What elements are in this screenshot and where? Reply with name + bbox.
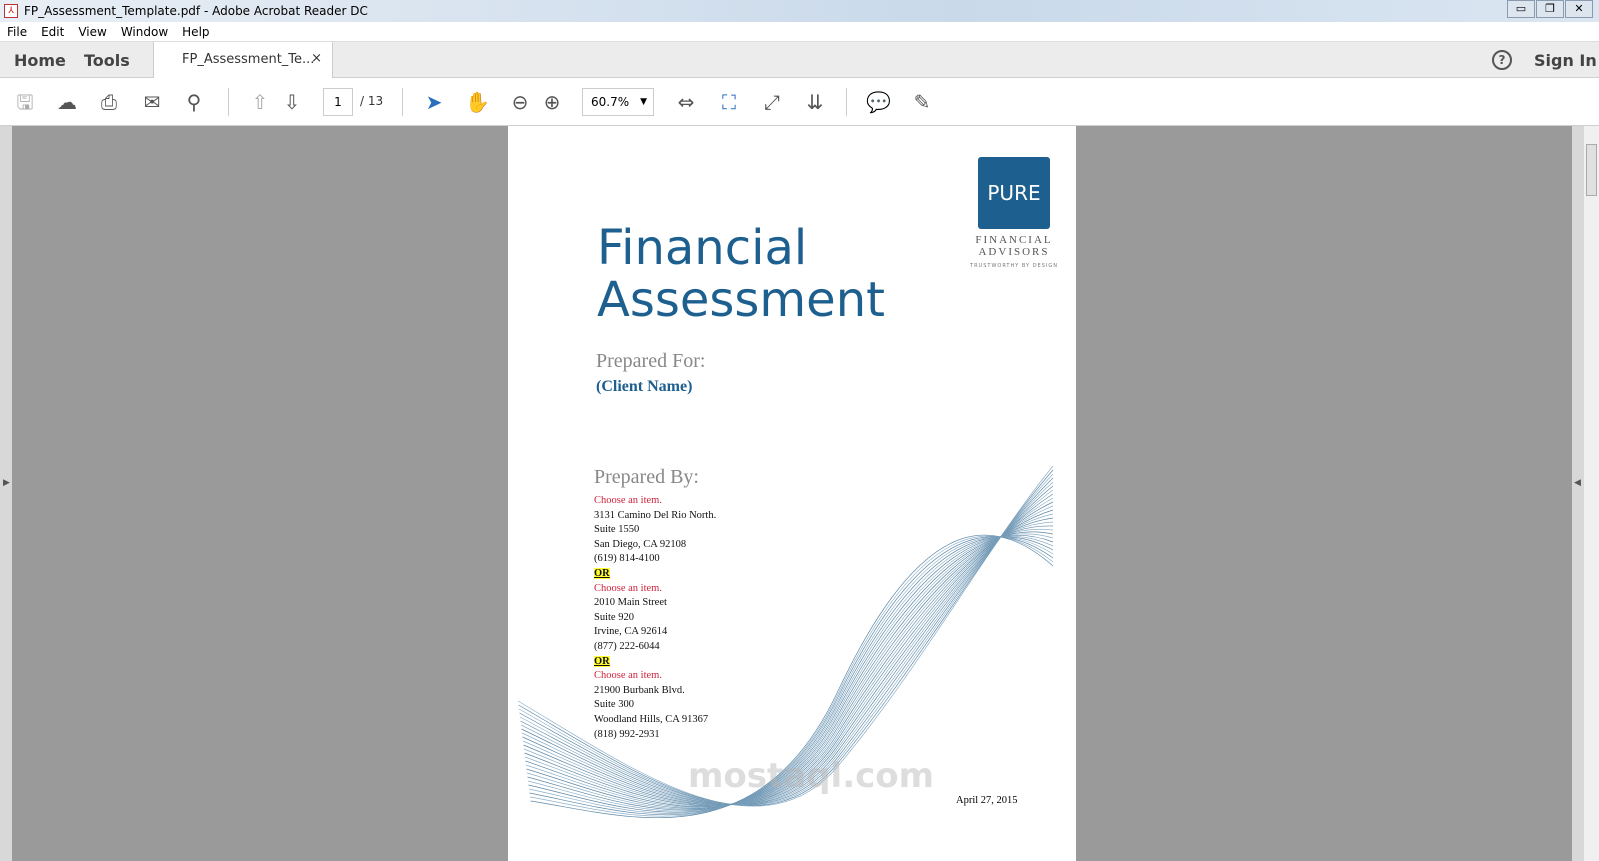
fit-page-icon[interactable]: ⛶ xyxy=(717,90,741,114)
address-line: 3131 Camino Del Rio North. xyxy=(594,509,717,521)
document-tab-label: FP_Assessment_Te... xyxy=(182,52,315,67)
help-icon[interactable]: ? xyxy=(1492,50,1512,70)
close-window-button[interactable]: ✕ xyxy=(1565,0,1593,18)
hand-tool-icon[interactable]: ✋ xyxy=(465,90,490,114)
tab-tools[interactable]: Tools xyxy=(84,51,130,70)
previous-page-icon[interactable]: ⇧ xyxy=(248,90,272,114)
minimize-button[interactable]: ▭ xyxy=(1507,0,1535,18)
zoom-out-icon[interactable]: ⊖ xyxy=(508,90,532,114)
title-line-1: Financial xyxy=(597,220,808,276)
scrollbar-thumb[interactable] xyxy=(1586,144,1597,196)
choose-item-dropdown[interactable]: Choose an item. xyxy=(594,494,716,509)
vertical-scrollbar[interactable] xyxy=(1584,126,1599,861)
title-line-2: Assessment xyxy=(597,272,885,328)
logo-line-1: FINANCIAL xyxy=(975,234,1053,246)
comment-icon[interactable]: 💬 xyxy=(866,90,891,114)
address-line: 21900 Burbank Blvd. xyxy=(594,684,685,696)
prepared-by-label: Prepared By: xyxy=(594,466,699,488)
address-line: Suite 300 xyxy=(594,699,634,711)
address-line: 2010 Main Street xyxy=(594,597,667,609)
logo-text: FINANCIAL ADVISORS xyxy=(968,234,1060,258)
pdf-page: mostaql.com Financial Assessment PURE FIN… xyxy=(508,126,1076,861)
highlight-pen-icon[interactable]: ✎ xyxy=(910,90,934,114)
document-date: April 27, 2015 xyxy=(956,795,1018,806)
address-line: Suite 1550 xyxy=(594,524,640,536)
choose-item-dropdown[interactable]: Choose an item. xyxy=(594,669,716,684)
next-page-icon[interactable]: ⇩ xyxy=(280,90,304,114)
print-icon[interactable]: ⎙ xyxy=(97,90,121,114)
divider xyxy=(402,88,403,116)
expand-right-icon[interactable]: ◀ xyxy=(1574,478,1581,488)
menu-bar: File Edit View Window Help xyxy=(0,22,1599,42)
divider xyxy=(228,88,229,116)
search-icon[interactable]: ⚲ xyxy=(182,90,206,114)
right-panel-toggle[interactable] xyxy=(1572,126,1584,861)
menu-window[interactable]: Window xyxy=(114,25,175,39)
page-total: / 13 xyxy=(360,94,384,108)
select-tool-icon[interactable]: ➤ xyxy=(422,90,446,114)
prepared-for-label: Prepared For: xyxy=(596,350,706,372)
left-panel-toggle[interactable] xyxy=(0,126,12,861)
zoom-value: 60.7% xyxy=(591,95,630,109)
pure-logo: PURE xyxy=(978,157,1050,229)
tab-document[interactable]: FP_Assessment_Te... × xyxy=(153,42,333,79)
menu-edit[interactable]: Edit xyxy=(34,25,71,39)
tab-bar: Home Tools FP_Assessment_Te... × ? Sign I… xyxy=(0,42,1599,79)
divider xyxy=(846,88,847,116)
zoom-in-icon[interactable]: ⊕ xyxy=(540,90,564,114)
tab-home[interactable]: Home xyxy=(14,51,66,70)
title-bar: ⅄ FP_Assessment_Template.pdf - Adobe Acr… xyxy=(0,0,1599,22)
close-tab-icon[interactable]: × xyxy=(311,51,322,66)
zoom-select[interactable]: 60.7% ▼ xyxy=(582,88,654,116)
document-title: Financial Assessment xyxy=(597,222,885,326)
expand-left-icon[interactable]: ▶ xyxy=(3,478,10,488)
pdf-icon: ⅄ xyxy=(4,4,18,18)
logo-tagline: TRUSTWORTHY BY DESIGN xyxy=(970,263,1058,269)
full-screen-icon[interactable]: ⤢ xyxy=(760,90,784,114)
toolbar: 🖫 ☁ ⎙ ✉ ⚲ ⇧ ⇩ 1 / 13 ➤ ✋ ⊖ ⊕ 60.7% ▼ ⇔ ⛶ … xyxy=(0,78,1599,126)
menu-help[interactable]: Help xyxy=(175,25,216,39)
address-line: Woodland Hills, CA 91367 xyxy=(594,713,709,725)
office-addresses: Choose an item. 3131 Camino Del Rio North… xyxy=(594,494,716,742)
choose-item-dropdown[interactable]: Choose an item. xyxy=(594,582,716,597)
restore-button[interactable]: ❐ xyxy=(1536,0,1564,18)
watermark: mostaql.com xyxy=(688,756,935,796)
chevron-down-icon: ▼ xyxy=(640,97,647,107)
menu-view[interactable]: View xyxy=(71,25,113,39)
address-line: Irvine, CA 92614 xyxy=(594,626,668,638)
or-separator: OR xyxy=(594,567,610,579)
fit-width-icon[interactable]: ⇔ xyxy=(674,90,698,114)
address-line: (818) 992-2931 xyxy=(594,728,660,740)
address-line: (877) 222-6044 xyxy=(594,640,660,652)
address-line: San Diego, CA 92108 xyxy=(594,538,687,550)
menu-file[interactable]: File xyxy=(0,25,34,39)
scroll-mode-icon[interactable]: ⇊ xyxy=(803,90,827,114)
page-number-input[interactable]: 1 xyxy=(323,88,353,116)
window-title: FP_Assessment_Template.pdf - Adobe Acrob… xyxy=(24,4,368,18)
address-line: Suite 920 xyxy=(594,611,634,623)
or-separator: OR xyxy=(594,655,610,667)
email-icon[interactable]: ✉ xyxy=(140,90,164,114)
sign-in-button[interactable]: Sign In xyxy=(1534,51,1597,70)
client-name: (Client Name) xyxy=(596,378,693,395)
upload-cloud-icon[interactable]: ☁ xyxy=(55,90,79,114)
save-icon[interactable]: 🖫 xyxy=(13,90,37,114)
address-line: (619) 814-4100 xyxy=(594,553,660,565)
logo-line-2: ADVISORS xyxy=(978,246,1050,258)
